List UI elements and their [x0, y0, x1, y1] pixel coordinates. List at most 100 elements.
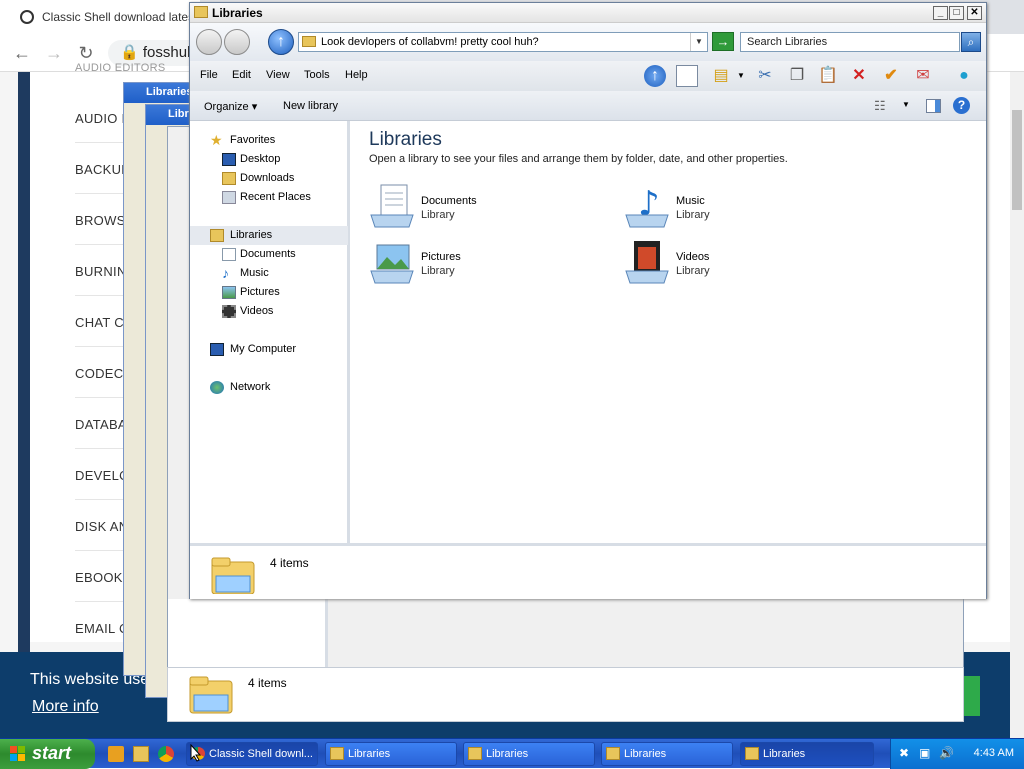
nav-videos[interactable]: Videos — [190, 302, 348, 321]
back-icon[interactable]: ← — [12, 43, 32, 63]
details-pane: 4 items — [167, 667, 964, 722]
search-icon[interactable]: ⌕ — [961, 32, 981, 52]
computer-tray-icon[interactable]: ▣ — [919, 746, 933, 760]
library-type: Library — [421, 265, 455, 277]
nav-desktop[interactable]: Desktop — [190, 150, 348, 169]
chevron-down-icon[interactable]: ▼ — [902, 100, 910, 109]
category-link[interactable]: CODEC — [75, 366, 123, 381]
email-icon[interactable]: ✉ — [912, 65, 934, 87]
page-sidebar-strip — [18, 72, 30, 652]
libraries-window[interactable]: Libraries _ □ ✕ ↑ Look devlopers of coll… — [189, 2, 987, 599]
library-videos[interactable]: Videos Library — [624, 239, 864, 289]
media-player-icon[interactable] — [108, 746, 124, 762]
folder-icon — [745, 747, 759, 760]
library-pictures[interactable]: Pictures Library — [369, 239, 609, 289]
browser-tab-title: Classic Shell download latest — [42, 10, 198, 24]
view-options-icon[interactable]: ☷ — [874, 98, 890, 114]
category-link[interactable]: EMAIL C — [75, 621, 129, 636]
task-libraries[interactable]: Libraries — [740, 742, 874, 766]
item-count: 4 items — [248, 676, 287, 690]
minimize-button[interactable]: _ — [933, 6, 948, 20]
nav-music[interactable]: ♪ Music — [190, 264, 348, 283]
maximize-button[interactable]: □ — [949, 6, 964, 20]
go-button[interactable]: → — [712, 32, 734, 51]
back-button[interactable] — [196, 29, 222, 55]
reload-icon[interactable]: ↻ — [76, 43, 96, 63]
forward-icon[interactable]: → — [44, 43, 64, 63]
divider — [75, 142, 125, 143]
chrome-icon[interactable] — [158, 746, 174, 762]
task-libraries[interactable]: Libraries — [325, 742, 457, 766]
scrollbar-thumb[interactable] — [1012, 110, 1022, 210]
address-input[interactable]: Look devlopers of collabvm! pretty cool … — [298, 32, 708, 52]
volume-icon[interactable]: 🔊 — [939, 746, 954, 760]
close-button[interactable]: ✕ — [967, 6, 982, 20]
category-link[interactable]: DISK AN — [75, 519, 128, 534]
network-warning-icon[interactable]: ✖ — [899, 746, 913, 760]
category-link[interactable]: EBOOK — [75, 570, 123, 585]
nav-recent-places[interactable]: Recent Places — [190, 188, 348, 207]
library-name: Videos — [676, 251, 710, 263]
menu-tools[interactable]: Tools — [304, 69, 330, 81]
library-music[interactable]: ♪ Music Library — [624, 183, 864, 233]
folder-icon — [330, 747, 344, 760]
nav-documents[interactable]: Documents — [190, 245, 348, 264]
cut-icon[interactable]: ✂ — [754, 65, 776, 87]
menu-file[interactable]: File — [200, 69, 218, 81]
views-icon[interactable]: ▤ — [710, 65, 732, 87]
chevron-down-icon[interactable]: ▼ — [730, 65, 752, 87]
nav-libraries[interactable]: Libraries — [190, 226, 348, 245]
browser-tab[interactable]: Classic Shell download latest — [0, 0, 200, 34]
category-link[interactable]: BURNIN — [75, 264, 127, 279]
folder-icon — [468, 747, 482, 760]
library-type: Library — [676, 265, 710, 277]
more-info-link[interactable]: More info — [32, 698, 99, 716]
nav-pictures[interactable]: Pictures — [190, 283, 348, 302]
globe-icon[interactable]: ● — [953, 65, 975, 87]
forward-button[interactable] — [224, 29, 250, 55]
folders-pane-icon[interactable] — [676, 65, 698, 87]
task-libraries[interactable]: Libraries — [601, 742, 733, 766]
nav-network[interactable]: Network — [190, 378, 348, 397]
help-icon[interactable]: ? — [953, 97, 970, 114]
folder-icon — [194, 6, 208, 18]
category-link[interactable]: BACKUP — [75, 162, 130, 177]
preview-pane-icon[interactable] — [926, 99, 941, 113]
menu-edit[interactable]: Edit — [232, 69, 251, 81]
properties-icon[interactable]: ✔ — [880, 65, 902, 87]
organize-button[interactable]: Organize ▾ — [204, 100, 257, 113]
clock: 4:43 AM — [973, 747, 1014, 759]
category-link[interactable]: BROWS — [75, 213, 126, 228]
desktop-icon — [222, 153, 236, 166]
nav-downloads[interactable]: Downloads — [190, 169, 348, 188]
library-documents[interactable]: Documents Library — [369, 183, 609, 233]
paste-icon[interactable]: 📋 — [817, 65, 839, 87]
window-title: Libraries — [212, 6, 263, 20]
library-type: Library — [676, 209, 710, 221]
category-link[interactable]: DEVELO — [75, 468, 130, 483]
search-input[interactable]: Search Libraries — [740, 32, 960, 52]
category-link[interactable]: DATABA — [75, 417, 127, 432]
delete-icon[interactable]: ✕ — [848, 65, 870, 87]
category-link[interactable]: AUDIO EDITORS — [75, 62, 166, 74]
menu-help[interactable]: Help — [345, 69, 368, 81]
divider — [75, 193, 125, 194]
divider — [75, 346, 125, 347]
title-bar[interactable]: Libraries _ □ ✕ — [190, 3, 986, 23]
taskbar: start Classic Shell downl... Libraries L… — [0, 738, 1024, 769]
system-tray: ✖ ▣ 🔊 4:43 AM — [890, 739, 1024, 769]
videos-library-icon — [625, 241, 669, 284]
nav-favorites[interactable]: ★ Favorites — [190, 131, 348, 150]
task-libraries[interactable]: Libraries — [463, 742, 595, 766]
address-dropdown-button[interactable]: ▼ — [690, 33, 707, 51]
task-browser[interactable]: Classic Shell downl... — [186, 742, 318, 766]
videos-icon — [222, 305, 236, 318]
start-button[interactable]: start — [0, 739, 95, 769]
up-button[interactable]: ↑ — [268, 29, 294, 55]
copy-icon[interactable]: ❐ — [786, 65, 808, 87]
nav-my-computer[interactable]: My Computer — [190, 340, 348, 359]
new-library-button[interactable]: New library — [283, 100, 338, 112]
explorer-icon[interactable] — [133, 746, 149, 762]
menu-view[interactable]: View — [266, 69, 290, 81]
up-folder-icon[interactable]: ↑ — [644, 65, 666, 87]
